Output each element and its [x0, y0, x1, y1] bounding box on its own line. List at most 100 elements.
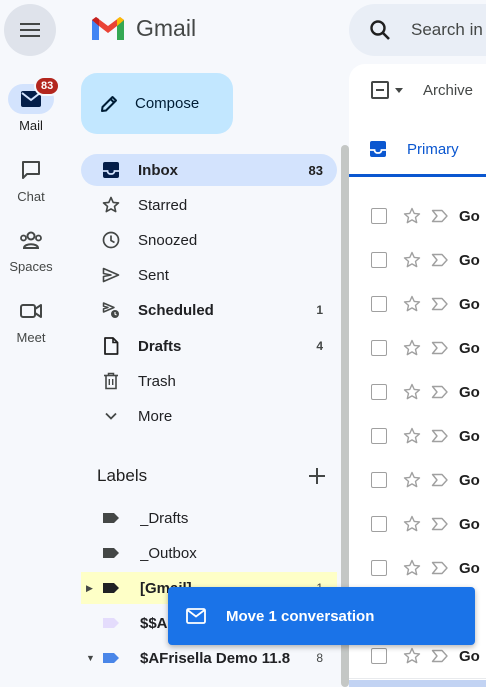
row-sender: Go: [459, 515, 480, 533]
plus-icon: [309, 468, 325, 484]
nav-label: Drafts: [138, 337, 182, 355]
chat-icon: [22, 161, 40, 179]
nav-item-starred[interactable]: Starred: [81, 189, 337, 221]
row-checkbox[interactable]: [371, 428, 387, 444]
select-dropdown-caret-icon[interactable]: [395, 87, 403, 93]
row-checkbox[interactable]: [371, 472, 387, 488]
nav-item-sent[interactable]: Sent: [81, 259, 337, 291]
email-row[interactable]: Go: [349, 370, 486, 415]
row-sender: Go: [459, 251, 480, 269]
search-input[interactable]: Search in: [411, 20, 483, 40]
row-sender: Go: [459, 427, 480, 445]
tab-primary[interactable]: Primary: [349, 121, 486, 177]
star-icon[interactable]: [403, 647, 421, 665]
label-item-outbox[interactable]: _Outbox: [81, 537, 337, 569]
labels-heading: Labels: [97, 466, 148, 485]
mail-unread-badge: 83: [34, 76, 61, 96]
compose-label: Compose: [135, 95, 200, 112]
label-item-drafts[interactable]: _Drafts: [81, 502, 337, 534]
star-icon[interactable]: [403, 207, 421, 225]
nav-item-trash[interactable]: Trash: [81, 365, 337, 397]
drag-label: Move 1 conversation: [226, 607, 375, 625]
row-checkbox[interactable]: [371, 384, 387, 400]
email-row[interactable]: Go: [349, 326, 486, 371]
star-icon[interactable]: [403, 427, 421, 445]
nav-label: Scheduled: [138, 301, 214, 319]
gmail-logo[interactable]: Gmail: [90, 14, 196, 42]
select-all-checkbox[interactable]: [371, 81, 389, 99]
importance-marker-icon[interactable]: [431, 385, 449, 399]
add-label-button[interactable]: [306, 465, 328, 487]
row-checkbox[interactable]: [371, 208, 387, 224]
row-sender: Go: [459, 295, 480, 313]
star-icon[interactable]: [403, 339, 421, 357]
star-icon[interactable]: [403, 559, 421, 577]
video-camera-icon: [20, 304, 42, 318]
email-row[interactable]: Go: [349, 502, 486, 547]
importance-marker-icon[interactable]: [431, 297, 449, 311]
nav-count: 83: [308, 162, 323, 178]
app-title: Gmail: [136, 14, 197, 41]
email-row[interactable]: Go: [349, 458, 486, 503]
email-row-partial[interactable]: [349, 177, 486, 195]
label-item-afrisella-demo[interactable]: ▼ $AFrisella Demo 11.8 8: [81, 642, 337, 674]
importance-marker-icon[interactable]: [431, 649, 449, 663]
nav-item-more[interactable]: More: [81, 400, 337, 432]
nav-item-snoozed[interactable]: Snoozed: [81, 224, 337, 256]
drag-move-chip[interactable]: Move 1 conversation: [168, 587, 475, 645]
star-icon[interactable]: [403, 295, 421, 313]
compose-button[interactable]: Compose: [81, 73, 233, 134]
search-icon[interactable]: [369, 19, 391, 41]
row-checkbox[interactable]: [371, 560, 387, 576]
category-tabs: Primary: [349, 121, 486, 178]
label-tag-icon: [103, 513, 119, 523]
label-name: _Outbox: [140, 544, 197, 562]
row-checkbox[interactable]: [371, 648, 387, 664]
row-checkbox[interactable]: [371, 340, 387, 356]
archive-button[interactable]: Archive: [423, 82, 473, 99]
nav-item-inbox[interactable]: Inbox 83: [81, 154, 337, 186]
gmail-m-icon: [92, 17, 124, 40]
importance-marker-icon[interactable]: [431, 561, 449, 575]
email-row[interactable]: Go: [349, 282, 486, 327]
rail-item-meet[interactable]: Meet: [0, 296, 62, 345]
search-bar[interactable]: Search in: [349, 4, 486, 56]
email-row[interactable]: Go: [349, 238, 486, 283]
trash-icon: [102, 372, 120, 390]
label-tag-icon: [103, 653, 119, 663]
email-row[interactable]: Go: [349, 546, 486, 591]
nav-item-scheduled[interactable]: Scheduled 1: [81, 294, 337, 326]
email-row[interactable]: Go: [349, 194, 486, 239]
rail-item-spaces[interactable]: Spaces: [0, 225, 62, 274]
draft-icon: [102, 337, 120, 355]
pencil-icon: [101, 95, 117, 112]
row-checkbox[interactable]: [371, 252, 387, 268]
row-checkbox[interactable]: [371, 516, 387, 532]
importance-marker-icon[interactable]: [431, 429, 449, 443]
importance-marker-icon[interactable]: [431, 517, 449, 531]
rail-item-mail[interactable]: 83 Mail: [0, 76, 62, 133]
nav-item-drafts[interactable]: Drafts 4: [81, 330, 337, 362]
row-checkbox[interactable]: [371, 296, 387, 312]
nav-label: More: [138, 407, 173, 425]
star-icon[interactable]: [403, 471, 421, 489]
row-sender: Go: [459, 647, 480, 665]
selected-row-highlight: [349, 680, 486, 687]
collapse-arrow-icon[interactable]: ▼: [86, 653, 96, 663]
main-menu-button[interactable]: [4, 4, 56, 56]
importance-marker-icon[interactable]: [431, 473, 449, 487]
nav-count: 1: [316, 303, 323, 317]
row-sender: Go: [459, 383, 480, 401]
importance-marker-icon[interactable]: [431, 209, 449, 223]
rail-item-chat[interactable]: Chat: [0, 155, 62, 204]
expand-arrow-icon[interactable]: ▶: [86, 583, 96, 594]
rail-label: Meet: [16, 330, 46, 345]
email-row[interactable]: Go: [349, 414, 486, 459]
star-icon[interactable]: [403, 383, 421, 401]
importance-marker-icon[interactable]: [431, 341, 449, 355]
star-icon[interactable]: [403, 515, 421, 533]
row-sender: Go: [459, 471, 480, 489]
importance-marker-icon[interactable]: [431, 253, 449, 267]
app-rail: 83 Mail Chat Spaces Meet: [0, 0, 68, 687]
star-icon[interactable]: [403, 251, 421, 269]
